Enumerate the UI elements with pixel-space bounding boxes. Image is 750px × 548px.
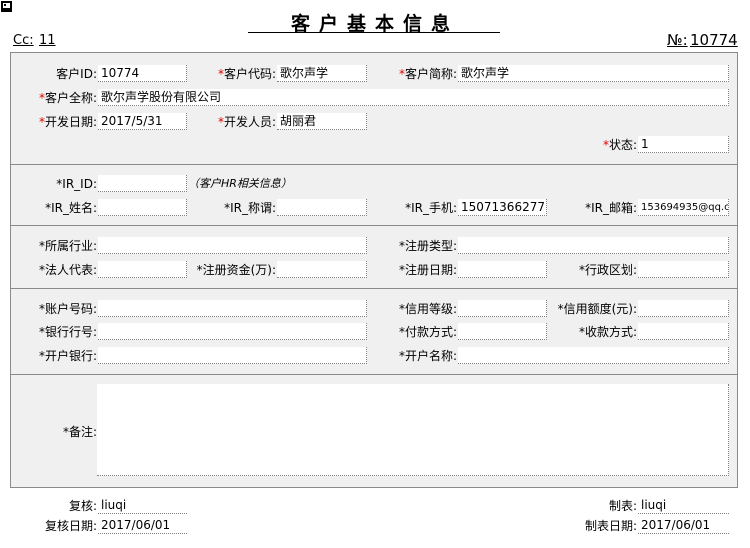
capital-field[interactable] xyxy=(277,261,367,278)
ir-hint: （客户HR相关信息） xyxy=(188,177,292,190)
make-date-label: 制表日期: xyxy=(584,519,637,533)
status-label: *状态: xyxy=(602,138,637,152)
review-date-field[interactable]: 2017/06/01 xyxy=(98,517,187,534)
bank-name-label: *开户银行: xyxy=(38,349,97,363)
maker-label: 制表: xyxy=(608,499,637,513)
ir-email-field[interactable]: 153694935@qq.com xyxy=(638,199,729,216)
status-field[interactable]: 1 xyxy=(638,136,729,153)
customer-short-field[interactable]: 歌尔声学 xyxy=(458,65,729,82)
dev-person-field[interactable]: 胡丽君 xyxy=(277,113,367,130)
ir-name-label: *IR_姓名: xyxy=(45,201,97,215)
receive-method-label: *收款方式: xyxy=(578,325,637,339)
docno-value: 10774 xyxy=(690,31,738,49)
pay-method-label: *付款方式: xyxy=(398,325,457,339)
account-name-label: *开户名称: xyxy=(398,349,457,363)
reg-date-field[interactable] xyxy=(458,261,547,278)
dev-person-label: *开发人员: xyxy=(217,115,276,129)
capital-label: *注册资金(万): xyxy=(196,263,276,277)
bank-name-field[interactable] xyxy=(98,347,367,364)
pay-method-field[interactable] xyxy=(458,323,547,340)
ir-id-label: *IR_ID: xyxy=(56,177,97,191)
ir-name-field[interactable] xyxy=(98,199,187,216)
app-corner-icon xyxy=(1,1,12,12)
reviewer-field[interactable]: liuqi xyxy=(98,497,187,514)
district-field[interactable] xyxy=(638,261,729,278)
district-label: *行政区划: xyxy=(578,263,637,277)
remark-label: *备注: xyxy=(62,425,97,439)
dev-date-label: *开发日期: xyxy=(38,115,97,129)
reg-date-label: *注册日期: xyxy=(398,263,457,277)
ir-phone-label: *IR_手机: xyxy=(405,201,457,215)
industry-field[interactable] xyxy=(98,237,367,254)
ir-id-field[interactable] xyxy=(98,175,187,192)
customer-fullname-field[interactable]: 歌尔声学股份有限公司 xyxy=(98,89,729,106)
maker-field[interactable]: liuqi xyxy=(638,497,729,514)
receive-method-field[interactable] xyxy=(638,323,729,340)
section-divider xyxy=(11,288,737,289)
credit-grade-label: *信用等级: xyxy=(398,302,457,316)
review-date-label: 复核日期: xyxy=(44,519,97,533)
bank-no-field[interactable] xyxy=(98,323,367,340)
credit-grade-field[interactable] xyxy=(458,300,547,317)
title-underline xyxy=(248,32,500,33)
make-date-field[interactable]: 2017/06/01 xyxy=(638,517,729,534)
credit-limit-label: *信用额度(元): xyxy=(557,302,637,316)
remark-textarea[interactable] xyxy=(97,384,729,476)
section-divider xyxy=(11,374,737,375)
credit-limit-field[interactable] xyxy=(638,300,729,317)
account-name-field[interactable] xyxy=(458,347,729,364)
reg-type-label: *注册类型: xyxy=(398,239,457,253)
cc-label: Cc: xyxy=(13,33,34,48)
customer-short-label: *客户简称: xyxy=(398,67,457,81)
reviewer-label: 复核: xyxy=(68,499,97,513)
customer-id-field[interactable]: 10774 xyxy=(98,65,187,82)
account-no-label: *账户号码: xyxy=(38,302,97,316)
customer-id-label: 客户ID: xyxy=(56,67,97,81)
ir-email-label: *IR_邮箱: xyxy=(585,201,637,215)
customer-fullname-label: *客户全称: xyxy=(38,91,97,105)
bank-no-label: *银行行号: xyxy=(38,325,97,339)
legal-rep-field[interactable] xyxy=(98,261,187,278)
customer-code-field[interactable]: 歌尔声学 xyxy=(277,65,367,82)
ir-phone-field[interactable]: 15071366277 xyxy=(458,199,547,216)
ir-title-label: *IR_称谓: xyxy=(224,201,276,215)
industry-label: *所属行业: xyxy=(38,239,97,253)
section-divider xyxy=(11,225,737,226)
section-divider xyxy=(11,164,737,165)
reg-type-field[interactable] xyxy=(458,237,729,254)
ir-title-field[interactable] xyxy=(277,199,367,216)
account-no-field[interactable] xyxy=(98,300,367,317)
legal-rep-label: *法人代表: xyxy=(38,263,97,277)
docno-label: №: xyxy=(667,31,688,49)
customer-code-label: *客户代码: xyxy=(217,67,276,81)
cc-value: 11 xyxy=(39,33,56,48)
dev-date-field[interactable]: 2017/5/31 xyxy=(98,113,187,130)
